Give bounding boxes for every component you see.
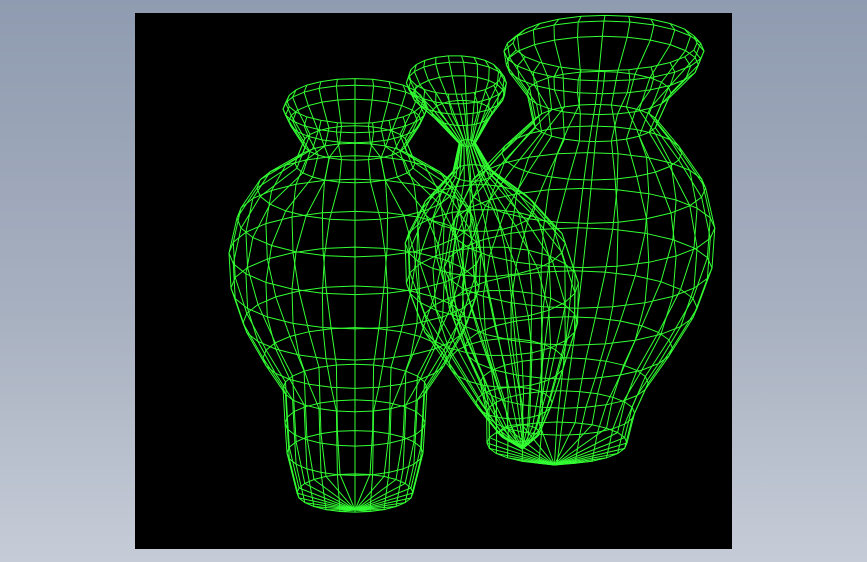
left-vase-meridian	[265, 84, 356, 511]
render-viewport[interactable]	[135, 13, 732, 549]
right-vase-meridian	[554, 35, 711, 466]
left-vase-meridian	[354, 84, 445, 511]
right-vase-meridian	[554, 23, 677, 466]
right-vase-meridian	[510, 66, 565, 466]
wireframe-model	[228, 14, 716, 513]
middle-vase-ring	[422, 184, 536, 232]
right-vase-ring	[463, 316, 673, 380]
right-vase-meridian	[554, 18, 655, 466]
